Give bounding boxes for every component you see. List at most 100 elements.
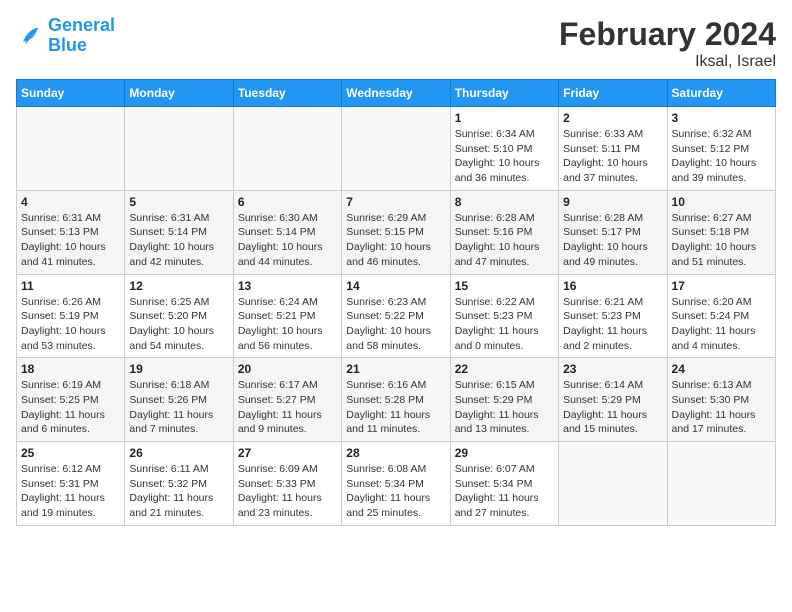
day-number: 9 bbox=[563, 195, 662, 209]
logo-icon bbox=[16, 22, 44, 50]
day-info: Sunrise: 6:12 AM Sunset: 5:31 PM Dayligh… bbox=[21, 462, 120, 521]
day-info: Sunrise: 6:15 AM Sunset: 5:29 PM Dayligh… bbox=[455, 378, 554, 437]
calendar-cell: 9 Sunrise: 6:28 AM Sunset: 5:17 PM Daylig… bbox=[559, 190, 667, 274]
calendar-cell: 13 Sunrise: 6:24 AM Sunset: 5:21 PM Dayli… bbox=[233, 274, 341, 358]
calendar-body: 1Sunrise: 6:34 AM Sunset: 5:10 PM Daylig… bbox=[17, 107, 776, 526]
day-header-saturday: Saturday bbox=[667, 80, 775, 107]
day-info: Sunrise: 6:09 AM Sunset: 5:33 PM Dayligh… bbox=[238, 462, 337, 521]
calendar-cell: 23 Sunrise: 6:14 AM Sunset: 5:29 PM Dayli… bbox=[559, 358, 667, 442]
day-number: 27 bbox=[238, 446, 337, 460]
calendar-cell: 21 Sunrise: 6:16 AM Sunset: 5:28 PM Dayli… bbox=[342, 358, 450, 442]
day-number: 23 bbox=[563, 362, 662, 376]
day-number: 6 bbox=[238, 195, 337, 209]
week-row-3: 11 Sunrise: 6:26 AM Sunset: 5:19 PM Dayli… bbox=[17, 274, 776, 358]
day-number: 15 bbox=[455, 279, 554, 293]
calendar-cell bbox=[667, 442, 775, 526]
calendar-cell: 22 Sunrise: 6:15 AM Sunset: 5:29 PM Dayli… bbox=[450, 358, 558, 442]
calendar-cell: 7Sunrise: 6:29 AM Sunset: 5:15 PM Daylig… bbox=[342, 190, 450, 274]
calendar-cell: 25Sunrise: 6:12 AM Sunset: 5:31 PM Dayli… bbox=[17, 442, 125, 526]
calendar-cell: 12 Sunrise: 6:25 AM Sunset: 5:20 PM Dayli… bbox=[125, 274, 233, 358]
calendar-cell: 24Sunrise: 6:13 AM Sunset: 5:30 PM Dayli… bbox=[667, 358, 775, 442]
calendar-cell: 1Sunrise: 6:34 AM Sunset: 5:10 PM Daylig… bbox=[450, 107, 558, 191]
day-info: Sunrise: 6:24 AM Sunset: 5:21 PM Dayligh… bbox=[238, 295, 337, 354]
day-info: Sunrise: 6:16 AM Sunset: 5:28 PM Dayligh… bbox=[346, 378, 445, 437]
day-number: 8 bbox=[455, 195, 554, 209]
day-number: 19 bbox=[129, 362, 228, 376]
calendar-cell: 28 Sunrise: 6:08 AM Sunset: 5:34 PM Dayli… bbox=[342, 442, 450, 526]
day-number: 5 bbox=[129, 195, 228, 209]
day-number: 16 bbox=[563, 279, 662, 293]
day-info: Sunrise: 6:26 AM Sunset: 5:19 PM Dayligh… bbox=[21, 295, 120, 354]
day-info: Sunrise: 6:14 AM Sunset: 5:29 PM Dayligh… bbox=[563, 378, 662, 437]
calendar-cell: 20 Sunrise: 6:17 AM Sunset: 5:27 PM Dayli… bbox=[233, 358, 341, 442]
day-info: Sunrise: 6:27 AM Sunset: 5:18 PM Dayligh… bbox=[672, 211, 771, 270]
day-info: Sunrise: 6:33 AM Sunset: 5:11 PM Dayligh… bbox=[563, 127, 662, 186]
calendar-cell: 19 Sunrise: 6:18 AM Sunset: 5:26 PM Dayli… bbox=[125, 358, 233, 442]
calendar-cell: 6Sunrise: 6:30 AM Sunset: 5:14 PM Daylig… bbox=[233, 190, 341, 274]
day-info: Sunrise: 6:18 AM Sunset: 5:26 PM Dayligh… bbox=[129, 378, 228, 437]
day-header-wednesday: Wednesday bbox=[342, 80, 450, 107]
day-number: 10 bbox=[672, 195, 771, 209]
day-info: Sunrise: 6:08 AM Sunset: 5:34 PM Dayligh… bbox=[346, 462, 445, 521]
calendar-cell: 4 Sunrise: 6:31 AM Sunset: 5:13 PM Daylig… bbox=[17, 190, 125, 274]
day-header-friday: Friday bbox=[559, 80, 667, 107]
day-header-thursday: Thursday bbox=[450, 80, 558, 107]
calendar-cell: 11 Sunrise: 6:26 AM Sunset: 5:19 PM Dayli… bbox=[17, 274, 125, 358]
day-info: Sunrise: 6:11 AM Sunset: 5:32 PM Dayligh… bbox=[129, 462, 228, 521]
calendar-subtitle: Iksal, Israel bbox=[559, 53, 776, 71]
day-number: 22 bbox=[455, 362, 554, 376]
day-number: 20 bbox=[238, 362, 337, 376]
calendar-title: February 2024 bbox=[559, 16, 776, 53]
calendar-cell bbox=[559, 442, 667, 526]
calendar-cell: 26 Sunrise: 6:11 AM Sunset: 5:32 PM Dayli… bbox=[125, 442, 233, 526]
day-info: Sunrise: 6:29 AM Sunset: 5:15 PM Dayligh… bbox=[346, 211, 445, 270]
day-info: Sunrise: 6:25 AM Sunset: 5:20 PM Dayligh… bbox=[129, 295, 228, 354]
day-info: Sunrise: 6:17 AM Sunset: 5:27 PM Dayligh… bbox=[238, 378, 337, 437]
calendar-cell: 17 Sunrise: 6:20 AM Sunset: 5:24 PM Dayli… bbox=[667, 274, 775, 358]
day-info: Sunrise: 6:28 AM Sunset: 5:17 PM Dayligh… bbox=[563, 211, 662, 270]
day-number: 4 bbox=[21, 195, 120, 209]
day-header-tuesday: Tuesday bbox=[233, 80, 341, 107]
day-info: Sunrise: 6:07 AM Sunset: 5:34 PM Dayligh… bbox=[455, 462, 554, 521]
day-info: Sunrise: 6:31 AM Sunset: 5:14 PM Dayligh… bbox=[129, 211, 228, 270]
day-number: 26 bbox=[129, 446, 228, 460]
logo-line1: General bbox=[48, 15, 115, 35]
day-info: Sunrise: 6:19 AM Sunset: 5:25 PM Dayligh… bbox=[21, 378, 120, 437]
calendar-cell: 18Sunrise: 6:19 AM Sunset: 5:25 PM Dayli… bbox=[17, 358, 125, 442]
week-row-2: 4 Sunrise: 6:31 AM Sunset: 5:13 PM Daylig… bbox=[17, 190, 776, 274]
day-number: 17 bbox=[672, 279, 771, 293]
calendar-cell: 5 Sunrise: 6:31 AM Sunset: 5:14 PM Daylig… bbox=[125, 190, 233, 274]
day-header-sunday: Sunday bbox=[17, 80, 125, 107]
logo-text: General Blue bbox=[48, 16, 115, 56]
day-number: 11 bbox=[21, 279, 120, 293]
calendar-table: SundayMondayTuesdayWednesdayThursdayFrid… bbox=[16, 79, 776, 526]
day-info: Sunrise: 6:21 AM Sunset: 5:23 PM Dayligh… bbox=[563, 295, 662, 354]
day-number: 29 bbox=[455, 446, 554, 460]
calendar-cell: 2 Sunrise: 6:33 AM Sunset: 5:11 PM Daylig… bbox=[559, 107, 667, 191]
day-info: Sunrise: 6:20 AM Sunset: 5:24 PM Dayligh… bbox=[672, 295, 771, 354]
week-row-1: 1Sunrise: 6:34 AM Sunset: 5:10 PM Daylig… bbox=[17, 107, 776, 191]
calendar-cell bbox=[125, 107, 233, 191]
calendar-cell bbox=[233, 107, 341, 191]
day-number: 2 bbox=[563, 111, 662, 125]
day-info: Sunrise: 6:31 AM Sunset: 5:13 PM Dayligh… bbox=[21, 211, 120, 270]
calendar-cell: 29 Sunrise: 6:07 AM Sunset: 5:34 PM Dayli… bbox=[450, 442, 558, 526]
day-number: 12 bbox=[129, 279, 228, 293]
logo-line2: Blue bbox=[48, 35, 87, 55]
calendar-cell bbox=[342, 107, 450, 191]
logo: General Blue bbox=[16, 16, 115, 56]
day-number: 21 bbox=[346, 362, 445, 376]
week-row-5: 25Sunrise: 6:12 AM Sunset: 5:31 PM Dayli… bbox=[17, 442, 776, 526]
title-block: February 2024 Iksal, Israel bbox=[559, 16, 776, 71]
page-header: General Blue February 2024 Iksal, Israel bbox=[16, 16, 776, 71]
day-info: Sunrise: 6:28 AM Sunset: 5:16 PM Dayligh… bbox=[455, 211, 554, 270]
week-row-4: 18Sunrise: 6:19 AM Sunset: 5:25 PM Dayli… bbox=[17, 358, 776, 442]
day-number: 3 bbox=[672, 111, 771, 125]
calendar-cell: 27 Sunrise: 6:09 AM Sunset: 5:33 PM Dayli… bbox=[233, 442, 341, 526]
calendar-cell bbox=[17, 107, 125, 191]
day-number: 13 bbox=[238, 279, 337, 293]
calendar-cell: 10 Sunrise: 6:27 AM Sunset: 5:18 PM Dayli… bbox=[667, 190, 775, 274]
calendar-cell: 14Sunrise: 6:23 AM Sunset: 5:22 PM Dayli… bbox=[342, 274, 450, 358]
day-number: 28 bbox=[346, 446, 445, 460]
day-info: Sunrise: 6:34 AM Sunset: 5:10 PM Dayligh… bbox=[455, 127, 554, 186]
